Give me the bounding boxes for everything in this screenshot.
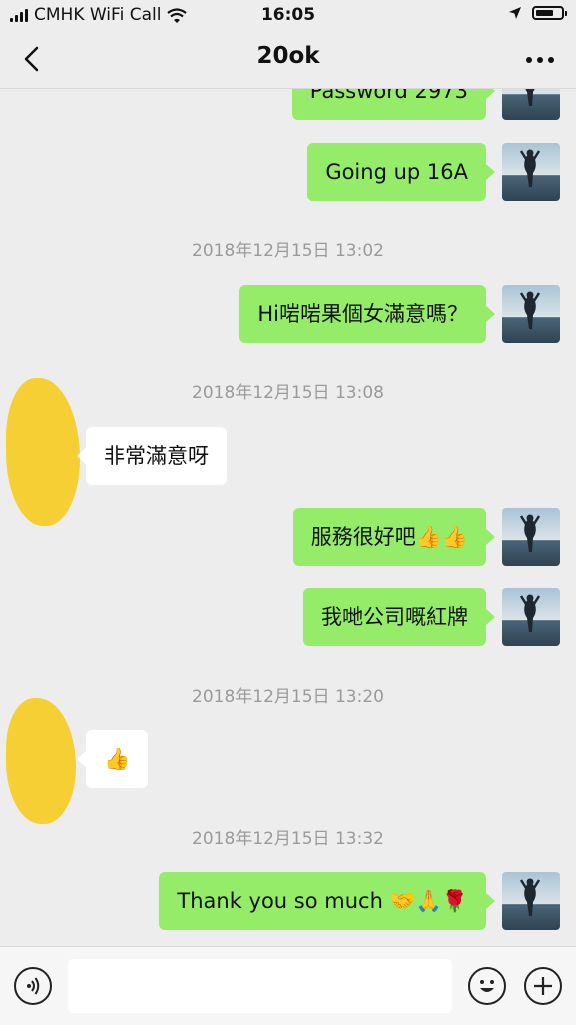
more-dots-icon[interactable] xyxy=(526,57,554,63)
chat-title: 20ok xyxy=(256,43,320,69)
message-bubble-sent[interactable]: Thank you so much 🤝🙏🌹 xyxy=(159,872,495,930)
avatar[interactable] xyxy=(502,143,560,201)
message-bubble-sent[interactable]: Going up 16A xyxy=(307,143,495,201)
message-bubble-sent[interactable]: 我哋公司嘅紅牌 xyxy=(303,588,495,646)
message-bubble-received[interactable]: 👍 xyxy=(76,730,149,788)
battery-icon xyxy=(532,6,567,20)
redaction-scribble xyxy=(6,698,76,824)
clock: 16:05 xyxy=(260,5,316,25)
message-bubble-sent[interactable]: Hi啱啱果個女滿意嗎？ xyxy=(239,285,495,343)
chat-header: 20ok xyxy=(0,30,576,89)
timestamp: 2018年12月15日 13:08 xyxy=(192,383,384,403)
avatar[interactable] xyxy=(502,508,560,566)
input-bar xyxy=(0,946,576,1025)
voice-icon[interactable] xyxy=(14,967,52,1005)
message-input[interactable] xyxy=(68,959,452,1013)
location-arrow-icon xyxy=(509,7,521,19)
timestamp: 2018年12月15日 13:02 xyxy=(192,241,384,261)
avatar[interactable] xyxy=(502,872,560,930)
avatar[interactable] xyxy=(502,588,560,646)
emoji-icon[interactable] xyxy=(468,967,506,1005)
message-bubble-sent[interactable]: 服務很好吧👍👍 xyxy=(292,508,496,566)
message-bubble-received[interactable]: 非常滿意呀 xyxy=(77,427,227,485)
timestamp: 2018年12月15日 13:20 xyxy=(192,687,384,707)
status-bar: CMHK WiFi Call 16:05 xyxy=(0,0,576,30)
plus-icon[interactable] xyxy=(524,967,562,1005)
timestamp: 2018年12月15日 13:32 xyxy=(192,829,384,849)
chat-area[interactable]: Password 2973 Going up 16A 2018年12月15日 1… xyxy=(0,0,576,946)
avatar[interactable] xyxy=(502,285,560,343)
